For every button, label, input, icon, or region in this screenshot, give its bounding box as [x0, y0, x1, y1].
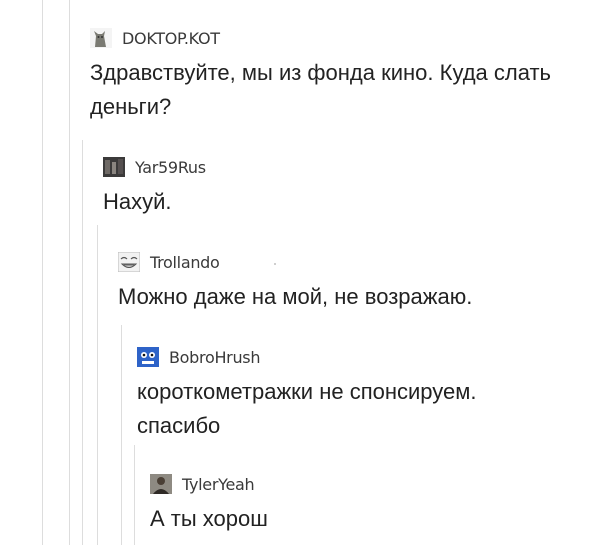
post-text-line: Здравствуйте, мы из фонда кино. Куда сла… [90, 60, 552, 85]
thread-line-5 [121, 325, 122, 545]
post-header: Yar59Rus [103, 155, 206, 179]
thread-line-2 [69, 0, 70, 545]
post-trollando: Trollando Можно даже на мой, не возражаю… [117, 250, 472, 314]
post-header: BobroHrush [137, 345, 477, 369]
post-text: Можно даже на мой, не возражаю. [118, 280, 472, 314]
cat-icon[interactable] [90, 28, 112, 48]
meme-face-icon[interactable] [117, 251, 141, 273]
post-text: Нахуй. [103, 185, 206, 219]
username[interactable]: DOKTOP.KOT [122, 29, 220, 48]
person-photo-icon[interactable] [150, 474, 172, 494]
post-text-line: деньги? [90, 94, 172, 119]
post-峰: TylerYeah А ты хорош [150, 472, 268, 536]
post-text: Здравствуйте, мы из фонда кино. Куда сла… [90, 56, 551, 124]
post-text-line: Нахуй. [103, 189, 172, 214]
post-yar59rus: Yar59Rus Нахуй. [103, 155, 206, 219]
username[interactable]: Yar59Rus [135, 158, 206, 177]
thread-line-6 [134, 445, 135, 545]
post-bobrohrush: BobroHrush короткометражки не спонсируем… [137, 345, 477, 443]
post-text-line: Можно даже на мой, не возражаю. [118, 284, 473, 309]
post-header: DOKTOP.KOT [90, 26, 551, 50]
thread-line-4 [97, 225, 98, 545]
post-header: TylerYeah [150, 472, 268, 496]
post-text-line: спасибо [137, 413, 221, 438]
post-doktorkot: DOKTOP.KOT Здравствуйте, мы из фонда кин… [90, 26, 551, 124]
post-header: Trollando [117, 250, 472, 274]
decorative-dot [274, 263, 276, 265]
photo-avatar-icon[interactable] [103, 157, 125, 177]
blue-face-icon[interactable] [137, 347, 159, 367]
post-text-line: короткометражки не спонсируем. [137, 379, 477, 404]
post-text-line: А ты хорош [150, 506, 268, 531]
thread-line-1 [42, 0, 43, 545]
username[interactable]: Trollando [150, 253, 220, 272]
post-text: короткометражки не спонсируем. спасибо [137, 375, 477, 443]
username[interactable]: BobroHrush [169, 348, 260, 367]
username[interactable]: TylerYeah [182, 475, 255, 494]
thread-line-3 [82, 140, 83, 545]
post-text: А ты хорош [150, 502, 268, 536]
